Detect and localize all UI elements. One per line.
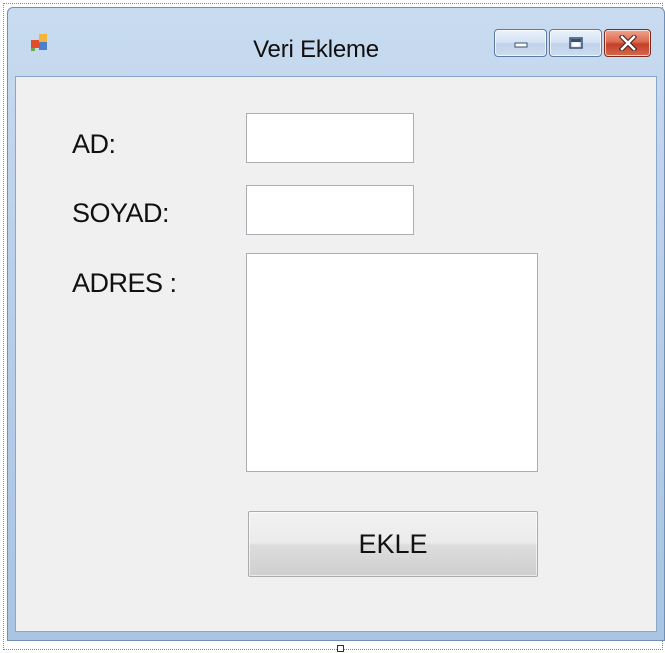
maximize-icon	[568, 37, 583, 49]
ad-label: AD:	[72, 129, 116, 159]
title-bar[interactable]: Veri Ekleme	[8, 8, 664, 76]
soyad-textbox[interactable]	[246, 185, 414, 235]
close-icon	[618, 35, 637, 51]
minimize-icon	[514, 42, 527, 48]
adres-textarea[interactable]	[246, 253, 538, 472]
minimize-button[interactable]	[494, 29, 547, 57]
ekle-button[interactable]: EKLE	[248, 511, 538, 577]
adres-label: ADRES :	[72, 268, 177, 298]
form-window: Veri Ekleme AD: SOYAD: ADRES: EKLE	[7, 7, 665, 641]
close-button[interactable]	[604, 29, 651, 57]
ad-textbox[interactable]	[246, 113, 414, 163]
maximize-button[interactable]	[549, 29, 602, 57]
caption-buttons	[494, 29, 651, 61]
resize-handle[interactable]	[337, 645, 344, 652]
soyad-label: SOYAD:	[72, 198, 170, 228]
form-client-area: AD: SOYAD: ADRES : EKLE	[15, 76, 657, 632]
